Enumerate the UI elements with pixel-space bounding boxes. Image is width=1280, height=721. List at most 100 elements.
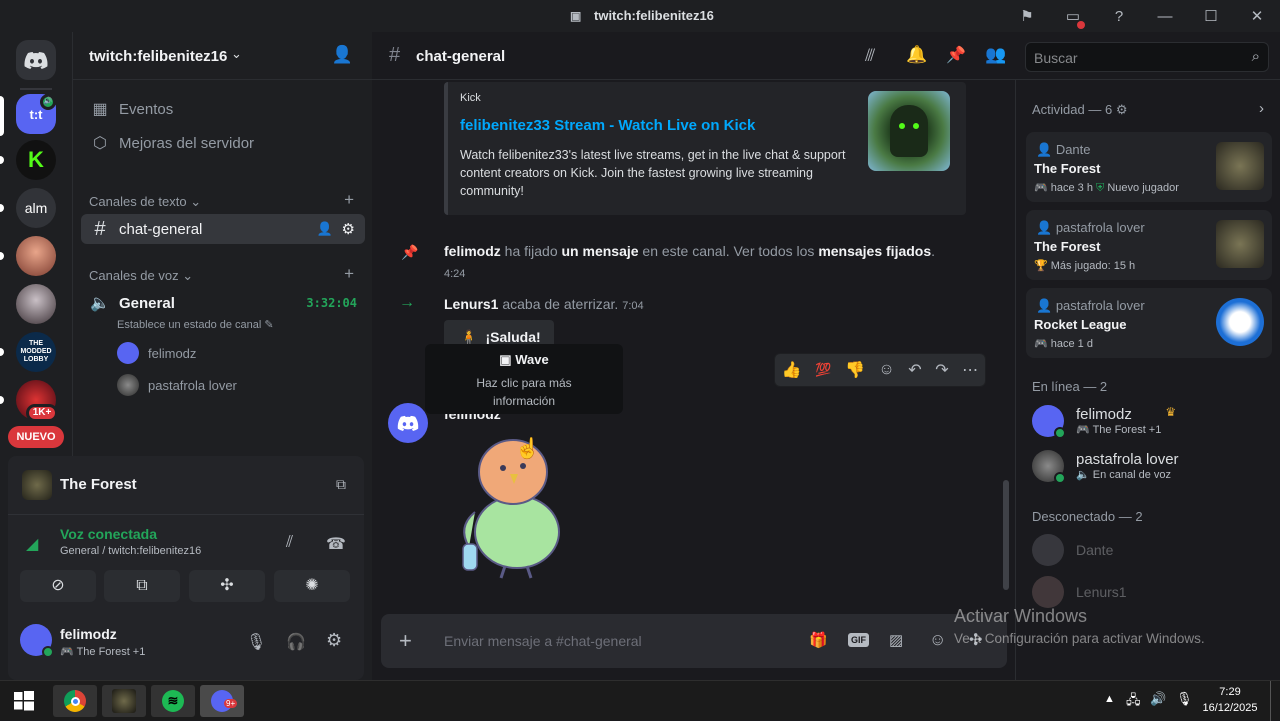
guild-avatar-1[interactable] [16,236,56,276]
events-item[interactable]: ▦ Eventos [81,94,365,124]
activity-card[interactable]: 👤 pastafrola lover Rocket League 🎮 hace … [1026,288,1272,358]
speaker-icon: 🔈 [90,295,110,312]
more-icon[interactable]: ⋯ [962,360,978,380]
search-input[interactable]: Buscar ⌕ [1025,42,1269,72]
voice-category[interactable]: Canales de voz ⌄ [89,268,193,284]
avatar[interactable] [20,624,54,658]
settings-gear-icon[interactable]: ⚙ [326,630,342,651]
guild-alm[interactable]: alm [16,188,56,228]
emoji-icon[interactable]: ☺ [929,630,946,650]
chevron-right-icon[interactable]: › [1259,100,1264,117]
channel-chat-general[interactable]: # chat-general 👤 ⚙ [81,214,365,244]
member-row[interactable]: Dante [1032,534,1113,566]
disconnect-icon[interactable]: ☎ [326,534,346,554]
bell-icon[interactable]: 🔔 [906,45,927,65]
spotify-icon[interactable]: ≋ [151,685,195,717]
noise-suppression-icon[interactable]: ⫽ [286,534,293,552]
voice-channel-general[interactable]: 🔈 General 3:32:04 [81,288,365,318]
avatar: 👤 [1036,220,1053,235]
flag-icon[interactable]: ⚑ [1004,7,1050,25]
title-bar: ▣ twitch:felibenitez16 ⚑ ▭ ? — ☐ ✕ [0,0,1280,32]
activity-card[interactable]: 👤 pastafrola lover The Forest 🏆 Más juga… [1026,210,1272,280]
the-forest-icon[interactable] [102,685,146,717]
gif-icon[interactable]: GIF [848,633,869,647]
guild-avatar-2[interactable] [16,284,56,324]
avatar[interactable] [388,403,428,443]
home-button[interactable] [16,40,56,80]
server-header[interactable]: twitch:felibenitez16 ⌄ 👤 [73,32,373,80]
voice-connected-label[interactable]: Voz conectada [60,526,157,542]
scrollbar-thumb[interactable] [1003,480,1009,590]
voice-user[interactable]: pastafrola lover [117,374,237,396]
show-desktop[interactable] [1270,681,1271,721]
start-button[interactable] [2,685,46,717]
chrome-icon[interactable] [53,685,97,717]
share-screen-button[interactable]: ⧉ [104,570,180,602]
username[interactable]: felimodz [60,626,117,642]
system-message-pin: felimodz ha fijado un mensaje en este ca… [444,243,936,259]
member-row[interactable]: felimodz 🎮 The Forest +1 ♛ [1032,405,1176,439]
avatar: 👤 [1036,298,1053,313]
message-actions: 👍 💯 👎 ☺ ↶ ↷ ⋯ [774,353,986,387]
network-icon[interactable]: 🖧 [1126,691,1141,713]
forward-icon[interactable]: ↷ [935,360,948,380]
threads-icon[interactable]: ⫻ [865,46,875,66]
volume-icon[interactable]: 🔊 [1150,691,1166,707]
thumbs-up-reaction[interactable]: 👍 [782,360,802,380]
windows-taskbar: ≋ 9+ ▲ 🖧 🔊 🎙 7:29 16/12/2025 [0,680,1280,721]
reply-icon[interactable]: ↶ [908,360,921,380]
maximize-button[interactable]: ☐ [1188,7,1234,25]
screen-share-icon[interactable]: ⧉ [336,476,346,493]
microphone-icon[interactable]: 🎙 [1176,691,1193,707]
add-reaction-icon[interactable]: ☺ [878,361,894,379]
activities-button[interactable]: ✣ [189,570,265,602]
twitch-icon: ▣ [570,9,582,23]
help-icon[interactable]: ? [1096,8,1142,25]
member-row[interactable]: Lenurs1 [1032,576,1127,608]
clock[interactable]: 7:29 16/12/2025 [1200,684,1260,716]
close-button[interactable]: ✕ [1234,7,1280,25]
activity-card[interactable]: 👤 Dante The Forest 🎮 hace 3 h ⛨ Nuevo ju… [1026,132,1272,202]
plus-icon[interactable]: + [399,628,412,654]
gift-icon[interactable]: 🎁 [809,631,828,649]
game-thumbnail [1216,220,1264,268]
discord-taskbar-icon[interactable]: 9+ [200,685,244,717]
gear-icon[interactable]: ⚙ [342,220,355,238]
soundboard-button[interactable]: ✺ [274,570,350,602]
game-icon [22,470,52,500]
microphone-icon[interactable]: 🎙 [246,632,266,652]
hash-icon: # [94,217,106,240]
inbox-icon[interactable]: ▭ [1050,7,1096,29]
camera-button[interactable]: ⊘ [20,570,96,602]
invite-icon[interactable]: 👤 [317,221,333,237]
voice-location[interactable]: General / twitch:felibenitez16 [60,545,201,557]
message-input[interactable]: Enviar mensaje a #chat-general [444,633,642,649]
invite-icon[interactable]: 👤 [332,45,353,65]
voice-user[interactable]: felimodz [117,342,196,364]
member-row[interactable]: pastafrola lover 🔈 En canal de voz [1032,450,1179,484]
chevron-up-icon[interactable]: ▲ [1104,693,1115,705]
add-channel-icon[interactable]: + [344,264,354,284]
minimize-button[interactable]: — [1142,8,1188,25]
hundred-reaction[interactable]: 💯 [815,362,831,378]
sticker-icon: ▣ [499,352,512,367]
thumbs-down-reaction[interactable]: 👎 [845,360,865,380]
pin-icon[interactable]: 📌 [946,45,966,65]
unread-indicator [0,396,4,404]
gamepad-icon: 🎮 [1034,338,1048,350]
members-icon[interactable]: 👥 [985,45,1006,65]
voice-timer: 3:32:04 [306,296,357,310]
guild-kick[interactable]: K [16,140,56,180]
headphones-icon[interactable]: 🎧 [286,632,306,652]
add-channel-icon[interactable]: + [344,190,354,210]
embed-title[interactable]: felibenitez33 Stream - Watch Live on Kic… [460,117,755,134]
activity-game: The Forest [60,476,137,493]
activation-watermark-text: Ve a Configuración para activar Windows. [954,631,1205,646]
sticker-icon[interactable]: ▨ [889,631,903,649]
voice-status-hint[interactable]: Establece un estado de canal ✎ [117,318,274,331]
embed-thumbnail[interactable] [868,91,950,171]
member-list: Actividad — 6 ⚙ › 👤 Dante The Forest 🎮 h… [1015,80,1280,680]
boosts-item[interactable]: ⬡ Mejoras del servidor [81,128,365,158]
guild-modded-lobby[interactable]: THE MODDED LOBBY [16,332,56,372]
text-category[interactable]: Canales de texto ⌄ [89,194,201,210]
